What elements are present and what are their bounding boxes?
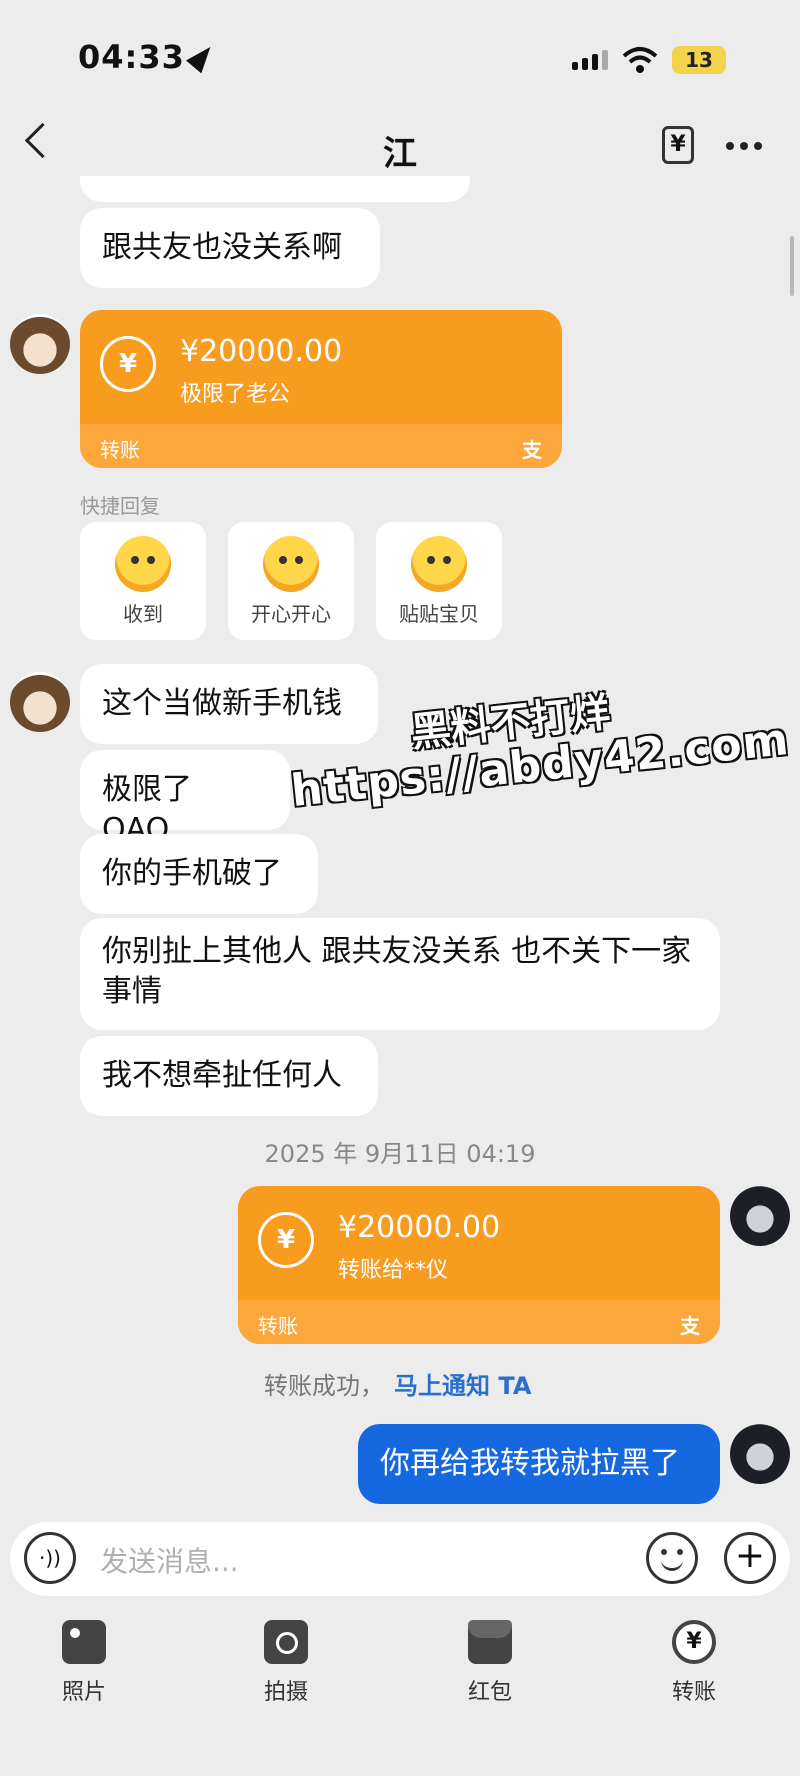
contact-avatar[interactable] xyxy=(10,672,70,732)
my-avatar[interactable] xyxy=(730,1424,790,1484)
transfer-note: 极限了老公 xyxy=(180,382,291,407)
emoji-icon[interactable] xyxy=(646,1532,698,1584)
scrollbar[interactable] xyxy=(790,236,794,296)
battery-icon: 13 xyxy=(672,46,726,74)
action-transfer[interactable]: ¥ 转账 xyxy=(634,1620,754,1706)
photo-icon xyxy=(62,1620,106,1664)
transfer-record-icon[interactable]: ¥ xyxy=(662,126,694,164)
red-packet-icon xyxy=(468,1620,512,1664)
yuan-coin-icon: ¥ xyxy=(258,1212,314,1268)
yuan-coin-icon: ¥ xyxy=(100,336,156,392)
quick-reply-label: 快捷回复 xyxy=(80,494,160,518)
transfer-card-received[interactable]: ¥ ¥20000.00 极限了老公 转账 支 xyxy=(80,310,562,468)
transfer-note: 转账给**仪 xyxy=(338,1258,449,1283)
plus-icon[interactable]: + xyxy=(724,1532,776,1584)
transfer-success-text: 转账成功， xyxy=(264,1372,384,1400)
message-bubble: 我不想牵扯任何人 xyxy=(80,1036,378,1116)
location-arrow-icon xyxy=(185,40,219,74)
message-bubble: 你的手机破了 xyxy=(80,834,318,914)
message-input[interactable]: 发送消息... xyxy=(100,1540,239,1580)
alipay-icon: 支 xyxy=(522,438,542,462)
chat-timestamp: 2025 年 9月11日 04:19 xyxy=(264,1140,536,1168)
action-photo[interactable]: 照片 xyxy=(24,1620,144,1706)
transfer-label: 转账 xyxy=(100,438,140,462)
transfer-amount: ¥20000.00 xyxy=(180,334,343,369)
camera-icon xyxy=(264,1620,308,1664)
transfer-label: 转账 xyxy=(258,1314,298,1338)
notify-link[interactable]: 马上通知 TA xyxy=(394,1366,531,1401)
action-red-packet[interactable]: 红包 xyxy=(430,1620,550,1706)
quick-reply-happy[interactable]: 开心开心 xyxy=(228,522,354,640)
quick-reply-hug[interactable]: 贴贴宝贝 xyxy=(376,522,502,640)
transfer-icon: ¥ xyxy=(672,1620,716,1664)
more-icon[interactable] xyxy=(726,142,762,150)
contact-avatar[interactable] xyxy=(10,314,70,374)
emoji-happy-icon xyxy=(263,536,319,592)
quick-reply-received[interactable]: 收到 xyxy=(80,522,206,640)
alipay-icon: 支 xyxy=(680,1314,700,1338)
cellular-signal-icon xyxy=(572,50,608,70)
emoji-hug-icon xyxy=(411,536,467,592)
my-avatar[interactable] xyxy=(730,1186,790,1246)
my-message-bubble: 你再给我转我就拉黑了 xyxy=(358,1424,720,1504)
message-bubble: 这个当做新手机钱 xyxy=(80,664,378,744)
message-bubble-partial xyxy=(80,176,470,202)
wifi-icon xyxy=(622,47,658,73)
message-bubble: 极限了 QAQ xyxy=(80,750,290,847)
action-camera[interactable]: 拍摄 xyxy=(226,1620,346,1706)
message-bubble: 跟共友也没关系啊 xyxy=(80,208,380,288)
status-time: 04:33 xyxy=(78,38,185,76)
transfer-amount: ¥20000.00 xyxy=(338,1210,501,1245)
voice-icon[interactable]: ·)) xyxy=(24,1532,76,1584)
transfer-card-sent[interactable]: ¥ ¥20000.00 转账给**仪 转账 支 xyxy=(238,1186,720,1344)
message-bubble: 你别扯上其他人 跟共友没关系 也不关下一家事情 xyxy=(80,918,720,1030)
emoji-wink-icon xyxy=(115,536,171,592)
